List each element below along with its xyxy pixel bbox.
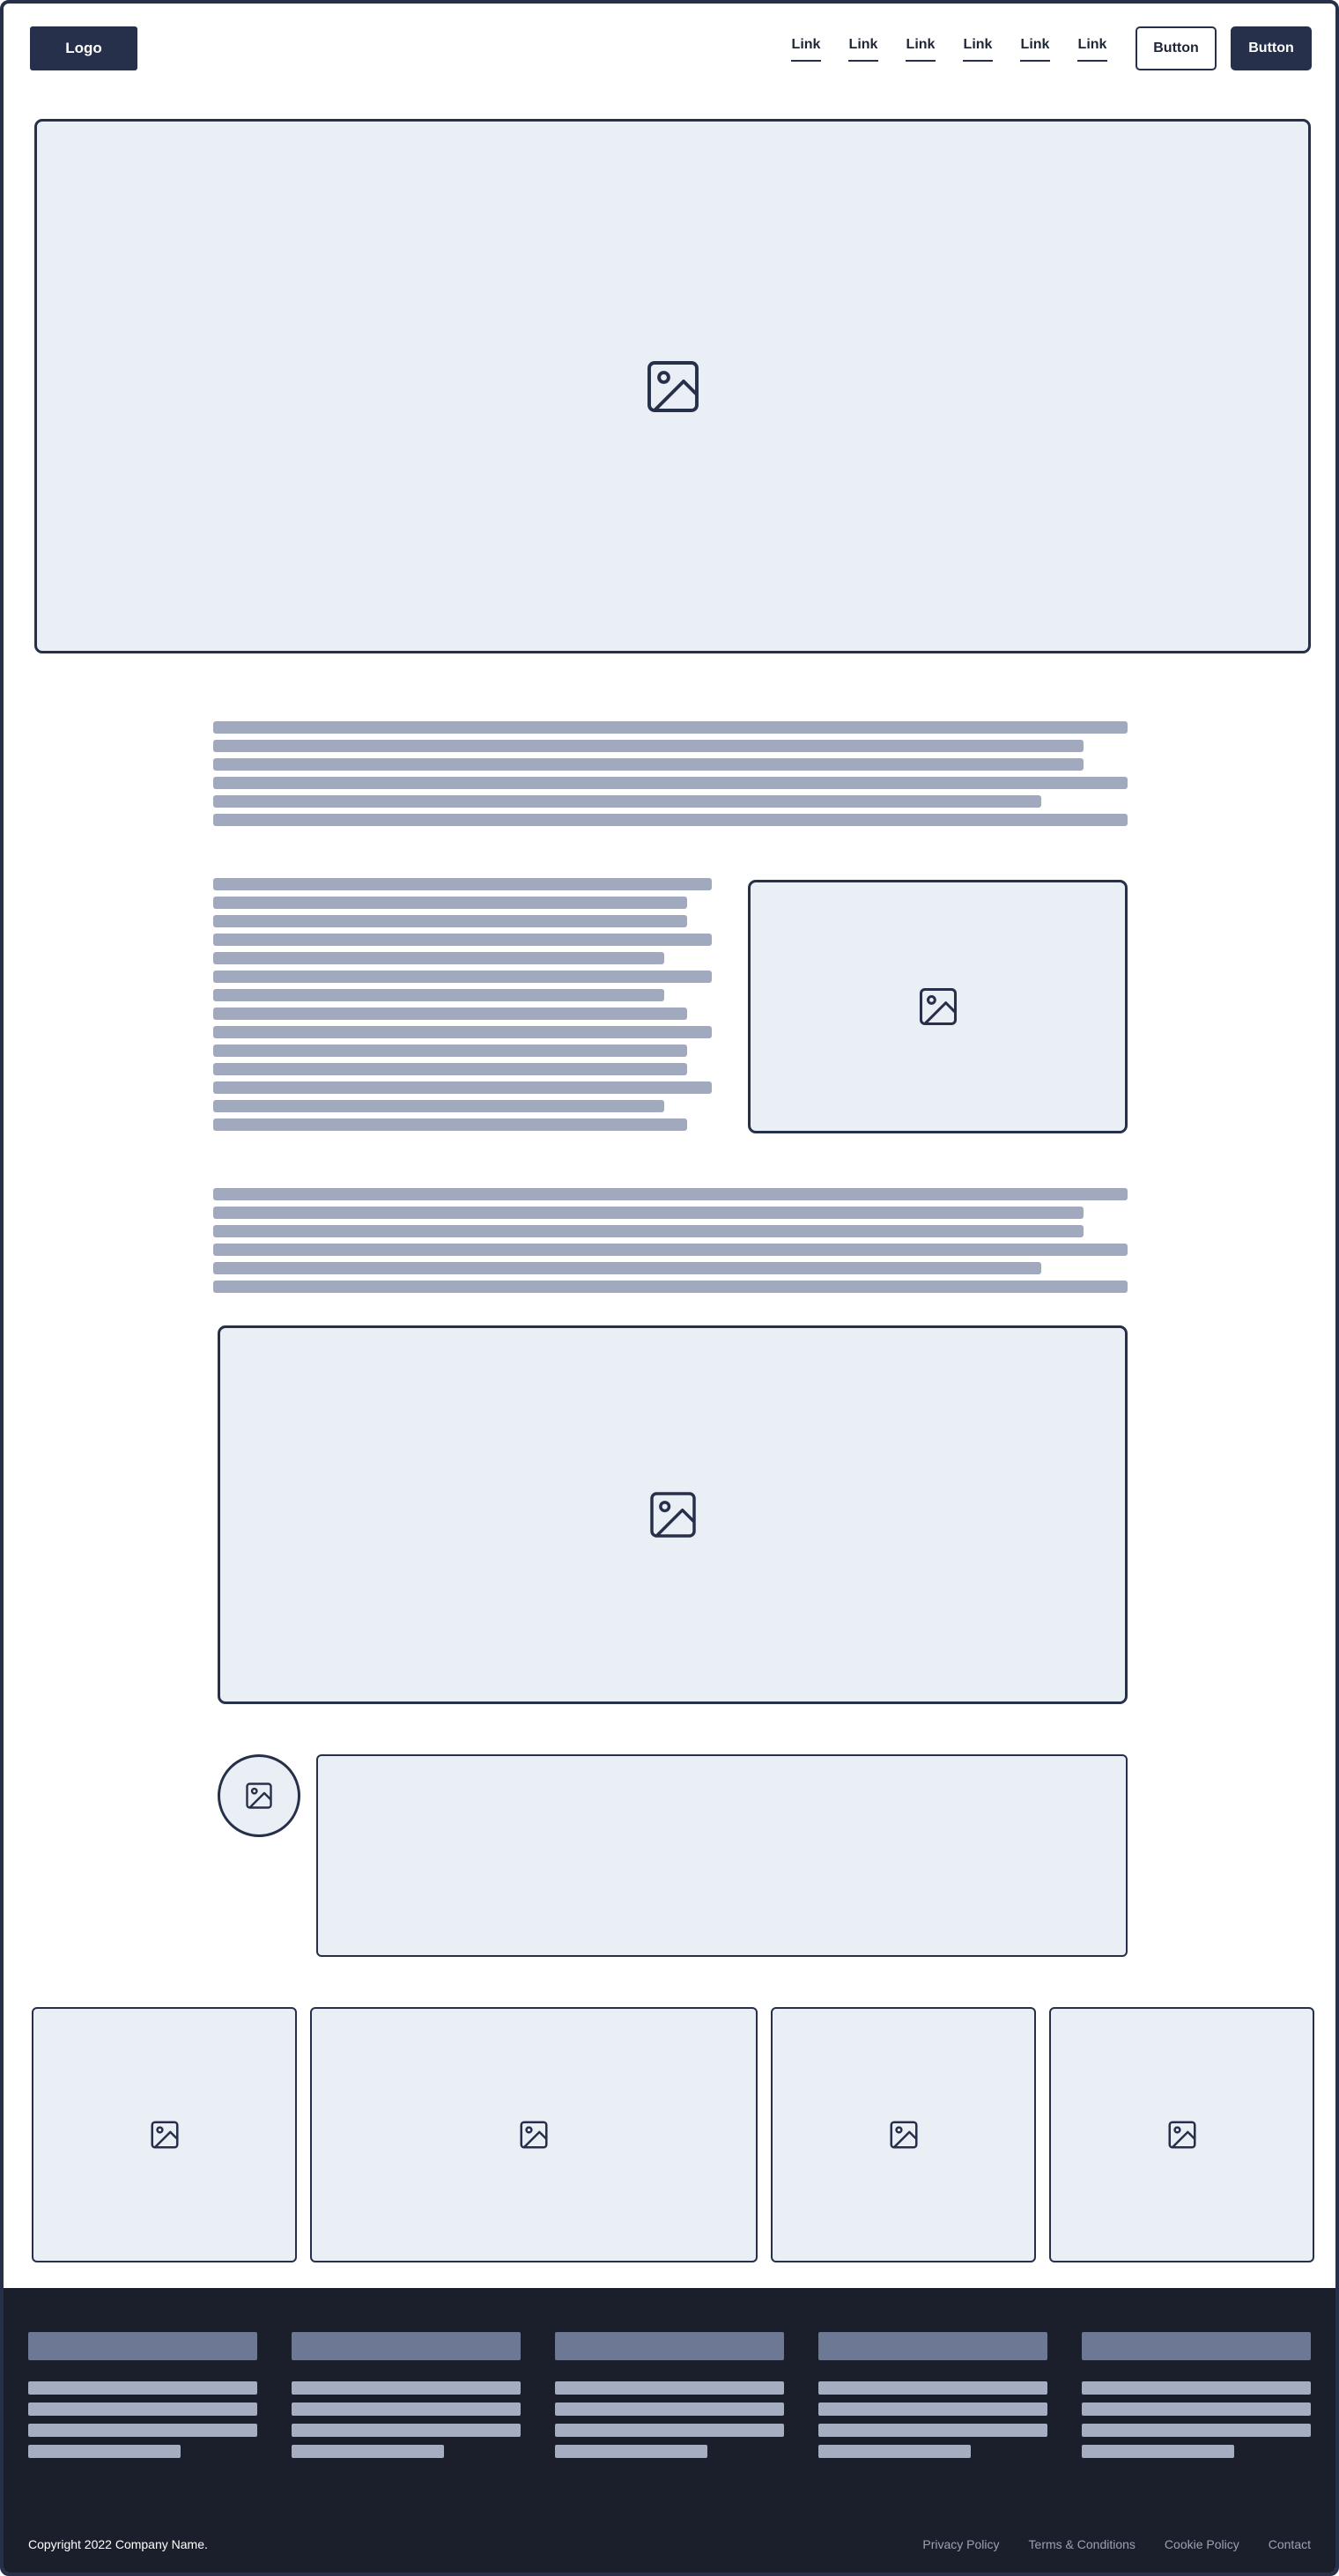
nav-link-2[interactable]: Link <box>848 37 878 62</box>
text-line <box>213 1281 1128 1293</box>
hero-image <box>34 119 1311 653</box>
footer-link[interactable] <box>1082 2403 1311 2416</box>
footer-link[interactable] <box>555 2403 784 2416</box>
image-icon <box>889 2121 918 2149</box>
text-line <box>213 777 1128 789</box>
paragraph-intro <box>213 721 1128 832</box>
footer-link[interactable] <box>555 2381 784 2395</box>
gallery-image-4 <box>1049 2007 1314 2262</box>
footer-heading <box>28 2332 257 2360</box>
text-line <box>213 952 664 964</box>
footer-heading <box>818 2332 1047 2360</box>
footer-link[interactable] <box>28 2403 257 2416</box>
image-icon <box>647 360 699 412</box>
footer-link[interactable] <box>818 2403 1047 2416</box>
secondary-button[interactable]: Button <box>1136 26 1217 70</box>
footer-heading <box>1082 2332 1311 2360</box>
image-icon <box>1167 2121 1196 2149</box>
footer-link[interactable] <box>28 2381 257 2395</box>
footer-link[interactable] <box>292 2403 521 2416</box>
image-icon <box>150 2121 179 2149</box>
text-line <box>213 897 687 909</box>
footer-link[interactable] <box>555 2445 707 2458</box>
footer-link[interactable] <box>818 2424 1047 2437</box>
copyright-text: Copyright 2022 Company Name. <box>28 2537 208 2551</box>
footer: Copyright 2022 Company Name. Privacy Pol… <box>4 2288 1335 2572</box>
text-line <box>213 721 1128 734</box>
text-line <box>213 915 687 927</box>
footer-column-2 <box>292 2332 521 2466</box>
footer-link[interactable] <box>818 2381 1047 2395</box>
image-icon <box>919 987 957 1026</box>
text-line <box>213 878 712 890</box>
footer-link[interactable] <box>1082 2424 1311 2437</box>
paragraph-side <box>213 878 712 1137</box>
page-frame: Logo Link Link Link Link Link Link Butto… <box>0 0 1339 2576</box>
text-line <box>213 1244 1128 1256</box>
primary-button[interactable]: Button <box>1231 26 1312 70</box>
text-line <box>213 1262 1041 1274</box>
gallery-image-1 <box>32 2007 297 2262</box>
footer-link[interactable] <box>28 2445 181 2458</box>
paragraph-body <box>213 1188 1128 1299</box>
footer-column-4 <box>818 2332 1047 2466</box>
contact-link[interactable]: Contact <box>1269 2537 1311 2551</box>
text-line <box>213 1044 687 1057</box>
terms-link[interactable]: Terms & Conditions <box>1029 2537 1136 2551</box>
legal-links: Privacy Policy Terms & Conditions Cookie… <box>893 2537 1311 2551</box>
text-line <box>213 740 1084 752</box>
main-nav: Link Link Link Link Link Link <box>791 37 1135 62</box>
text-line <box>213 934 712 946</box>
text-line <box>213 989 664 1001</box>
footer-link[interactable] <box>292 2381 521 2395</box>
text-line <box>213 1063 687 1075</box>
footer-column-5 <box>1082 2332 1311 2466</box>
image-icon <box>520 2121 548 2149</box>
cookie-policy-link[interactable]: Cookie Policy <box>1165 2537 1239 2551</box>
gallery-image-2 <box>310 2007 758 2262</box>
footer-link[interactable] <box>555 2424 784 2437</box>
nav-link-6[interactable]: Link <box>1077 37 1107 62</box>
logo[interactable]: Logo <box>30 26 137 70</box>
text-line <box>213 1026 712 1038</box>
text-line <box>213 1081 712 1094</box>
footer-link[interactable] <box>1082 2445 1234 2458</box>
nav-link-3[interactable]: Link <box>906 37 936 62</box>
nav-link-4[interactable]: Link <box>963 37 993 62</box>
text-line <box>213 1207 1084 1219</box>
footer-link[interactable] <box>28 2424 257 2437</box>
nav-link-1[interactable]: Link <box>791 37 821 62</box>
image-icon <box>649 1492 696 1538</box>
footer-column-1 <box>28 2332 257 2466</box>
gallery-image-3 <box>771 2007 1036 2262</box>
text-line <box>213 814 1128 826</box>
content-image <box>218 1325 1128 1704</box>
image-icon <box>246 1783 272 1809</box>
text-line <box>213 1008 687 1020</box>
side-image <box>748 880 1128 1133</box>
text-line <box>213 795 1041 808</box>
footer-link[interactable] <box>292 2424 521 2437</box>
avatar <box>218 1754 300 1837</box>
footer-heading <box>555 2332 784 2360</box>
header: Logo Link Link Link Link Link Link Butto… <box>4 4 1335 95</box>
text-line <box>213 971 712 983</box>
privacy-policy-link[interactable]: Privacy Policy <box>922 2537 999 2551</box>
footer-link[interactable] <box>292 2445 444 2458</box>
text-line <box>213 1225 1084 1237</box>
text-line <box>213 758 1084 771</box>
text-line <box>213 1118 687 1131</box>
footer-link[interactable] <box>818 2445 971 2458</box>
nav-link-5[interactable]: Link <box>1020 37 1050 62</box>
comment-card <box>316 1754 1128 1957</box>
footer-column-3 <box>555 2332 784 2466</box>
footer-heading <box>292 2332 521 2360</box>
footer-link[interactable] <box>1082 2381 1311 2395</box>
text-line <box>213 1188 1128 1200</box>
text-line <box>213 1100 664 1112</box>
